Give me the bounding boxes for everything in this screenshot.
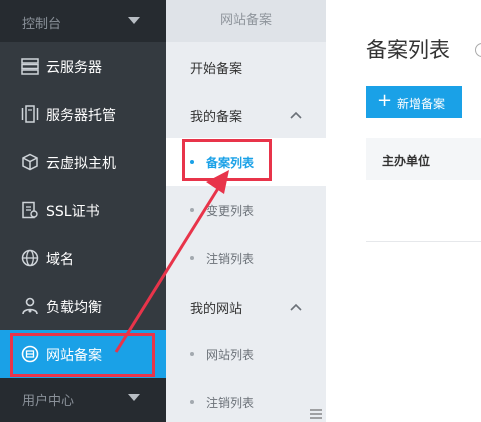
sidebar-item-ssl[interactable]: SSL证书 xyxy=(0,186,166,234)
console-header[interactable]: 控制台 xyxy=(0,0,166,42)
sidebar-item-cloud-server[interactable]: 云服务器 xyxy=(0,42,166,90)
subnav-item-label: 注销列表 xyxy=(206,252,255,266)
chevron-up-icon xyxy=(290,108,302,119)
subnav-group-my-filings[interactable]: 我的备案 xyxy=(166,90,326,138)
caret-down-icon xyxy=(128,394,140,401)
filing-icon xyxy=(21,345,39,363)
globe-icon xyxy=(21,249,39,267)
load-balance-icon xyxy=(21,297,39,315)
subnav-item-cancel-list[interactable]: 注销列表 xyxy=(166,234,326,282)
secondary-nav: 网站备案 开始备案 我的备案 备案列表 变更列表 注销列表 我的网站 网站列表 … xyxy=(166,0,326,422)
sidebar-item-label: 网站备案 xyxy=(46,348,102,364)
subnav-item-label: 变更列表 xyxy=(206,204,255,218)
bullet-dot-icon xyxy=(190,400,194,404)
sidebar-item-domain[interactable]: 域名 xyxy=(0,234,166,282)
bullet-dot-icon xyxy=(190,256,194,260)
help-circle-icon[interactable] xyxy=(475,43,481,57)
subnav-item-label: 备案列表 xyxy=(206,156,255,170)
main-content: 备案列表 + 新增备案 主办单位 xyxy=(326,0,481,422)
add-filing-button-label: 新增备案 xyxy=(397,97,446,111)
table-body xyxy=(366,180,481,242)
main-sidebar: 控制台 云服务器 服务器托管 云虚拟主机 SSL证书 域名 负载均衡 网站备案 … xyxy=(0,0,166,422)
sidebar-item-label: 负载均衡 xyxy=(46,300,102,316)
sidebar-item-label: 云虚拟主机 xyxy=(46,156,116,172)
subnav-title: 网站备案 xyxy=(166,0,326,42)
user-center-label: 用户中心 xyxy=(22,394,75,409)
subnav-item-site-cancel-list[interactable]: 注销列表 xyxy=(166,378,326,422)
subnav-item-change-list[interactable]: 变更列表 xyxy=(166,186,326,234)
table-header: 主办单位 xyxy=(366,138,481,180)
bullet-dot-icon xyxy=(190,208,194,212)
subnav-item-label: 开始备案 xyxy=(190,62,243,77)
server-list-icon xyxy=(21,57,39,75)
column-header-sponsor: 主办单位 xyxy=(382,154,431,168)
subnav-item-site-list[interactable]: 网站列表 xyxy=(166,330,326,378)
subnav-group-label: 我的备案 xyxy=(190,110,243,125)
user-center-header[interactable]: 用户中心 xyxy=(0,378,166,422)
chevron-up-icon xyxy=(290,300,302,311)
page-title: 备案列表 xyxy=(366,38,450,62)
bullet-dot-icon xyxy=(190,352,194,356)
sidebar-item-label: SSL证书 xyxy=(46,204,100,220)
add-filing-button[interactable]: + 新增备案 xyxy=(366,86,462,118)
console-label: 控制台 xyxy=(22,17,62,32)
server-hosting-icon xyxy=(21,105,39,123)
subnav-item-label: 网站列表 xyxy=(206,348,255,362)
plus-icon: + xyxy=(377,90,393,111)
certificate-icon xyxy=(21,201,39,219)
cube-icon xyxy=(21,153,39,171)
sidebar-item-load-balance[interactable]: 负载均衡 xyxy=(0,282,166,330)
sidebar-item-label: 域名 xyxy=(46,252,74,268)
sidebar-item-label: 服务器托管 xyxy=(46,108,116,124)
subnav-start-filing[interactable]: 开始备案 xyxy=(166,42,326,90)
caret-down-icon xyxy=(128,17,140,24)
sidebar-item-label: 云服务器 xyxy=(46,60,102,76)
sidebar-item-virtual-host[interactable]: 云虚拟主机 xyxy=(0,138,166,186)
collapse-menu-icon[interactable] xyxy=(309,406,323,420)
sidebar-item-server-hosting[interactable]: 服务器托管 xyxy=(0,90,166,138)
sidebar-item-website-filing[interactable]: 网站备案 xyxy=(0,330,166,378)
subnav-item-label: 注销列表 xyxy=(206,396,255,410)
subnav-group-label: 我的网站 xyxy=(190,302,243,317)
bullet-dot-icon xyxy=(190,160,194,164)
subnav-group-my-sites[interactable]: 我的网站 xyxy=(166,282,326,330)
subnav-item-filing-list[interactable]: 备案列表 xyxy=(166,138,326,186)
